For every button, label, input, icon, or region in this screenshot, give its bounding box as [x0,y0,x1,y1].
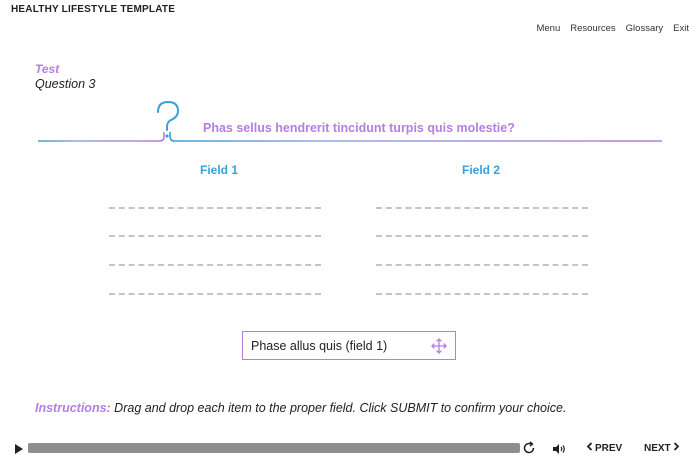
field-2-drop-slot[interactable] [376,264,588,266]
next-button-label: NEXT [644,442,671,454]
top-navigation: Menu Resources Glossary Exit [536,23,689,34]
draggable-item[interactable]: Phase allus quis (field 1) [242,331,456,360]
section-label: Test [35,62,60,76]
field-2-heading: Field 2 [462,163,501,177]
app-title: HEALTHY LIFESTYLE TEMPLATE [11,4,176,15]
field-2-drop-slot[interactable] [376,293,588,295]
chevron-left-icon [586,442,593,454]
nav-menu-link[interactable]: Menu [536,23,560,34]
play-icon[interactable] [14,442,24,460]
progress-fill [28,443,520,453]
nav-resources-link[interactable]: Resources [570,23,615,34]
progress-bar[interactable] [28,443,520,453]
instructions-lead: Instructions: [35,401,111,415]
question-mark-icon [157,100,180,138]
player-controls: PREV NEXT [0,437,700,459]
prev-button-label: PREV [595,442,623,454]
instructions-text: Drag and drop each item to the proper fi… [110,401,567,415]
next-button[interactable]: NEXT [644,442,680,454]
field-2-drop-slot[interactable] [376,207,588,209]
nav-exit-link[interactable]: Exit [673,23,689,34]
instructions: Instructions: Drag and drop each item to… [35,401,566,415]
chevron-right-icon [673,442,680,454]
move-icon [431,338,447,359]
volume-icon[interactable] [552,442,566,460]
prev-button[interactable]: PREV [586,442,622,454]
question-text: Phas sellus hendrerit tincidunt turpis q… [203,121,515,135]
field-1-drop-slot[interactable] [109,264,321,266]
field-1-drop-slot[interactable] [109,293,321,295]
nav-glossary-link[interactable]: Glossary [626,23,663,34]
field-1-drop-slot[interactable] [109,235,321,237]
draggable-item-label: Phase allus quis (field 1) [251,338,388,353]
replay-icon[interactable] [522,441,536,460]
field-1-heading: Field 1 [200,163,239,177]
field-2-drop-slot[interactable] [376,235,588,237]
field-1-drop-slot[interactable] [109,207,321,209]
question-number: Question 3 [35,77,96,91]
